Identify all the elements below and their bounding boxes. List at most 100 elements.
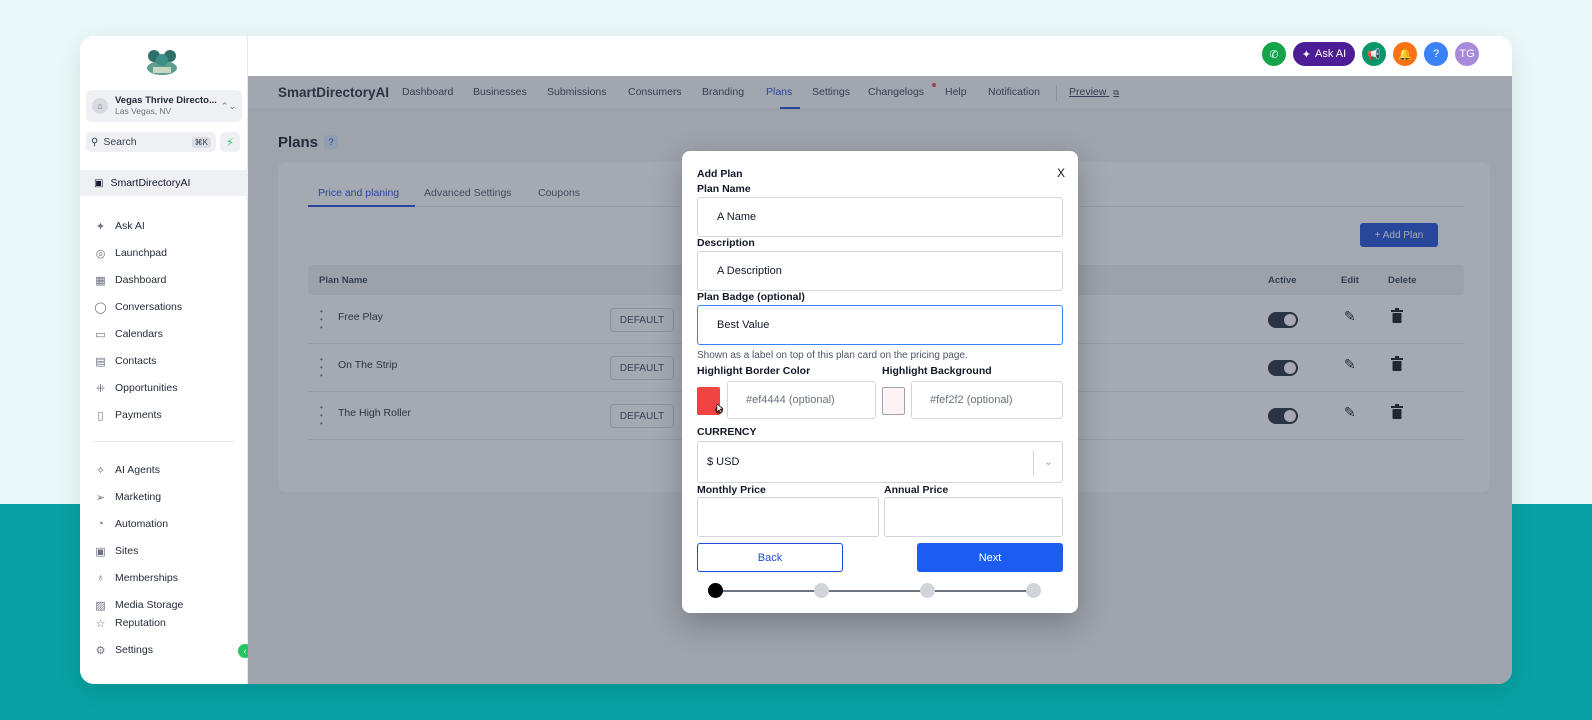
chevron-down-icon: ⌄ <box>1043 456 1053 468</box>
sidebar-item-label: Ask AI <box>115 220 145 232</box>
account-avatar-icon: ⌂ <box>92 98 108 114</box>
sidebar-item-calendars[interactable]: ▭ Calendars <box>94 324 244 344</box>
currency-value: $ USD <box>707 456 740 468</box>
send-icon: ➢ <box>95 491 106 504</box>
sidebar: ⌂ Vegas Thrive Directo... Las Vegas, NV … <box>80 36 252 684</box>
background-color-input[interactable]: #fef2f2 (optional) <box>911 381 1063 419</box>
calendar-icon: ▭ <box>95 328 106 341</box>
app-logo <box>147 50 177 75</box>
plan-name-input[interactable]: A Name <box>697 197 1063 237</box>
pointer-cursor-icon <box>715 403 724 414</box>
sidebar-item-label: Media Storage <box>115 599 184 611</box>
search-label: Search <box>103 136 137 148</box>
sidebar-item-label: Marketing <box>115 491 162 503</box>
sidebar-item-label: Payments <box>115 409 162 421</box>
highlight-border-color-label: Highlight Border Color <box>697 365 811 377</box>
description-input[interactable]: A Description <box>697 251 1063 291</box>
search-shortcut: ⌘K <box>191 136 211 148</box>
sidebar-item-launchpad[interactable]: ◎ Launchpad <box>94 243 244 263</box>
chevron-updown-icon: ⌃⌄ <box>220 100 236 111</box>
search-input[interactable]: ⚲ Search ⌘K <box>86 132 216 152</box>
sidebar-item-settings[interactable]: ⚙ Settings <box>94 640 244 660</box>
sidebar-item-ai-agents[interactable]: ✧ AI Agents <box>94 460 244 480</box>
currency-select[interactable]: $ USD ⌄ <box>697 441 1063 483</box>
plan-badge-label: Plan Badge (optional) <box>697 291 805 303</box>
receipt-icon: ▯ <box>97 409 104 422</box>
phone-icon[interactable]: ✆ <box>1262 42 1286 66</box>
gear-icon: ⚙ <box>95 644 106 657</box>
account-name: Vegas Thrive Directo... <box>115 95 217 106</box>
annual-price-input[interactable] <box>884 497 1063 537</box>
quick-action-bolt-icon[interactable]: ⚡ <box>220 132 240 152</box>
star-icon: ☆ <box>95 618 106 629</box>
book-icon: ▣ <box>94 177 104 189</box>
sidebar-item-payments[interactable]: ▯ Payments <box>94 405 244 425</box>
sidebar-item-label: Dashboard <box>115 274 167 286</box>
border-color-input[interactable]: #ef4444 (optional) <box>727 381 876 419</box>
sidebar-item-memberships[interactable]: ♁ Memberships <box>94 568 244 588</box>
step-4-dot <box>1026 583 1041 598</box>
stepper-track <box>716 590 1034 592</box>
sidebar-item-opportunities[interactable]: ⁜ Opportunities <box>94 378 244 398</box>
sites-icon: ▣ <box>95 545 106 558</box>
sidebar-item-conversations[interactable]: ◯ Conversations <box>94 297 244 317</box>
next-button[interactable]: Next <box>917 543 1063 572</box>
modal-title: Add Plan <box>697 168 743 180</box>
sidebar-item-label: Settings <box>115 644 153 656</box>
add-plan-modal: Add Plan X Plan Name A Name Description … <box>682 151 1078 613</box>
monthly-price-label: Monthly Price <box>697 484 766 496</box>
sidebar-item-label: SmartDirectoryAI <box>110 177 191 189</box>
ask-ai-button[interactable]: ✦ Ask AI <box>1293 42 1355 66</box>
sidebar-item-ask-ai[interactable]: ✦ Ask AI <box>94 216 244 236</box>
sidebar-item-smartdirectoryai[interactable]: ▣ SmartDirectoryAI <box>80 170 248 196</box>
sidebar-divider <box>92 441 234 442</box>
sidebar-item-label: Memberships <box>115 572 179 584</box>
automation-icon: ◔ <box>97 518 104 530</box>
sidebar-item-marketing[interactable]: ➢ Marketing <box>94 487 244 507</box>
network-icon: ⁜ <box>95 382 106 395</box>
select-divider <box>1033 450 1034 476</box>
search-icon: ⚲ <box>91 136 99 148</box>
sidebar-item-label: Sites <box>115 545 139 557</box>
sidebar-item-reputation[interactable]: ☆ Reputation <box>94 617 244 629</box>
sidebar-item-label: Conversations <box>115 301 183 313</box>
step-3-dot <box>920 583 935 598</box>
description-label: Description <box>697 237 755 249</box>
bell-icon[interactable]: 🔔 <box>1393 42 1417 66</box>
help-icon[interactable]: ? <box>1424 42 1448 66</box>
sidebar-item-dashboard[interactable]: ▦ Dashboard <box>94 270 244 290</box>
image-icon: ▨ <box>95 599 106 612</box>
contact-icon: ▤ <box>95 355 106 368</box>
annual-price-label: Annual Price <box>884 484 949 496</box>
grid-icon: ▦ <box>95 274 106 287</box>
sidebar-item-label: Calendars <box>115 328 163 340</box>
sidebar-item-media-storage[interactable]: ▨ Media Storage <box>94 595 244 615</box>
currency-label: CURRENCY <box>697 426 757 438</box>
rocket-icon: ◎ <box>95 247 106 260</box>
step-2-dot <box>814 583 829 598</box>
sidebar-item-contacts[interactable]: ▤ Contacts <box>94 351 244 371</box>
plan-badge-input[interactable]: Best Value <box>697 305 1063 345</box>
sparkle-icon: ✦ <box>95 220 106 233</box>
sidebar-item-label: Launchpad <box>115 247 167 259</box>
sparkle-icon: ✦ <box>1301 48 1312 61</box>
sidebar-item-automation[interactable]: ◔ Automation <box>94 514 244 534</box>
badge-icon: ♁ <box>96 572 105 584</box>
sidebar-item-sites[interactable]: ▣ Sites <box>94 541 244 561</box>
ask-ai-label: Ask AI <box>1315 48 1347 60</box>
sidebar-item-label: Opportunities <box>115 382 178 394</box>
highlight-background-label: Highlight Background <box>882 365 992 377</box>
account-location: Las Vegas, NV <box>115 106 172 116</box>
top-header: ✆ ✦ Ask AI 📢 🔔 ? TG <box>248 36 1512 76</box>
user-avatar[interactable]: TG <box>1455 42 1479 66</box>
megaphone-icon[interactable]: 📢 <box>1362 42 1386 66</box>
sidebar-item-label: AI Agents <box>115 464 160 476</box>
sidebar-item-label: Contacts <box>115 355 157 367</box>
back-button[interactable]: Back <box>697 543 843 572</box>
background-color-swatch[interactable] <box>882 387 905 415</box>
sidebar-item-label: Automation <box>115 518 169 530</box>
close-icon[interactable]: X <box>1057 166 1065 180</box>
monthly-price-input[interactable] <box>697 497 879 537</box>
account-switcher[interactable]: ⌂ Vegas Thrive Directo... Las Vegas, NV … <box>86 90 242 122</box>
plan-badge-help-text: Shown as a label on top of this plan car… <box>697 350 968 361</box>
